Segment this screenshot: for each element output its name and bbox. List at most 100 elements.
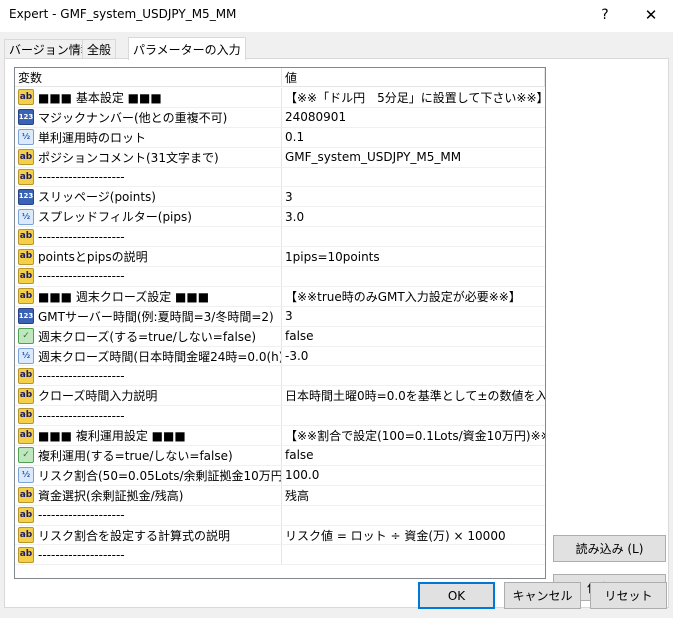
table-row[interactable]: ab -------------------- — [15, 406, 545, 427]
parameter-name: -------------------- — [38, 408, 125, 423]
parameter-name-cell[interactable]: ab -------------------- — [15, 406, 282, 426]
parameter-name-cell[interactable]: 123 マジックナンバー(他との重複不可) — [15, 107, 282, 127]
parameter-value-cell[interactable] — [282, 168, 545, 187]
parameter-name-cell[interactable]: ab ■■■ 週末クローズ設定 ■■■ — [15, 286, 282, 306]
table-row[interactable]: ab -------------------- — [15, 366, 545, 387]
table-row[interactable]: ½ リスク割合(50=0.05Lots/余剰証拠金10万円) 100.0 — [15, 465, 545, 486]
parameter-name-cell[interactable]: ab -------------------- — [15, 505, 282, 525]
parameters-grid[interactable]: 変数 値 ab ■■■ 基本設定 ■■■ 【※※「ドル円 5分足」に設置して下さい※… — [14, 67, 546, 579]
table-row[interactable]: ab -------------------- — [15, 505, 545, 526]
parameter-value-cell[interactable]: 3.0 — [282, 207, 545, 226]
table-row[interactable]: ✓ 複利運用(する=true/しない=false) false — [15, 446, 545, 466]
table-row[interactable]: 123 マジックナンバー(他との重複不可) 24080901 — [15, 107, 545, 128]
parameter-name-cell[interactable]: ab クローズ時間入力説明 — [15, 386, 282, 406]
parameter-value-cell[interactable]: 0.1 — [282, 128, 545, 147]
table-row[interactable]: 123 スリッページ(points) 3 — [15, 187, 545, 208]
table-row[interactable]: ab 資金選択(余剰証拠金/残高) 残高 — [15, 485, 545, 506]
table-row[interactable]: ½ スプレッドフィルター(pips) 3.0 — [15, 207, 545, 228]
parameter-name-cell[interactable]: ab -------------------- — [15, 267, 282, 286]
parameter-value-cell[interactable]: -3.0 — [282, 347, 545, 366]
parameter-value-cell[interactable]: 【※※割合で設定(100=0.1Lots/資金10万円)※※】 — [282, 426, 545, 445]
parameter-value-cell[interactable]: false — [282, 446, 545, 465]
table-row[interactable]: ab ポジションコメント(31文字まで) GMF_system_USDJPY_M5_… — [15, 147, 545, 168]
parameter-value-cell[interactable]: 残高 — [282, 486, 545, 505]
string-type-icon: ab — [18, 387, 34, 404]
parameter-value-cell[interactable]: 日本時間土曜0時=0.0を基準として±の数値を入力 — [282, 386, 545, 405]
parameter-name-cell[interactable]: ½ 週末クローズ時間(日本時間金曜24時=0.0(h)) — [15, 346, 282, 366]
parameter-name: -------------------- — [38, 547, 125, 562]
table-row[interactable]: ½ 週末クローズ時間(日本時間金曜24時=0.0(h)) -3.0 — [15, 346, 545, 367]
parameter-name: スリッページ(points) — [38, 190, 156, 205]
ok-button[interactable]: OK — [418, 582, 495, 609]
parameter-name-cell[interactable]: 123 GMTサーバー時間(例:夏時間=3/冬時間=2) — [15, 306, 282, 326]
parameter-name: 週末クローズ時間(日本時間金曜24時=0.0(h)) — [38, 349, 282, 364]
table-row[interactable]: ab -------------------- — [15, 545, 545, 566]
parameter-name-cell[interactable]: ab ■■■ 基本設定 ■■■ — [15, 88, 282, 107]
parameter-value-cell[interactable] — [282, 227, 545, 246]
reset-button[interactable]: リセット — [590, 582, 667, 609]
table-row[interactable]: ab -------------------- — [15, 167, 545, 188]
parameter-name-cell[interactable]: ✓ 複利運用(する=true/しない=false) — [15, 446, 282, 465]
parameter-value-cell[interactable]: GMF_system_USDJPY_M5_MM — [282, 148, 545, 167]
parameter-name-cell[interactable]: ab -------------------- — [15, 545, 282, 565]
parameter-value-cell[interactable]: 3 — [282, 187, 545, 206]
column-header-value[interactable]: 値 — [282, 68, 545, 87]
table-row[interactable]: ab ■■■ 基本設定 ■■■ 【※※「ドル円 5分足」に設置して下さい※※】 — [15, 88, 545, 108]
parameter-name-cell[interactable]: ½ 単利運用時のロット — [15, 127, 282, 147]
parameter-value-cell[interactable]: 【※※「ドル円 5分足」に設置して下さい※※】 — [282, 88, 545, 107]
parameter-value-cell[interactable]: 3 — [282, 307, 545, 326]
table-row[interactable]: ab リスク割合を設定する計算式の説明 リスク値 = ロット ÷ 資金(万) × 1… — [15, 525, 545, 546]
load-button[interactable]: 読み込み (L) — [553, 535, 666, 562]
table-row[interactable]: ✓ 週末クローズ(する=true/しない=false) false — [15, 326, 545, 347]
parameter-name-cell[interactable]: ab pointsとpipsの説明 — [15, 247, 282, 267]
parameter-name: pointsとpipsの説明 — [38, 250, 148, 265]
parameter-name-cell[interactable]: ab ポジションコメント(31文字まで) — [15, 147, 282, 167]
help-button[interactable]: ? — [582, 0, 628, 30]
cancel-button[interactable]: キャンセル — [504, 582, 581, 609]
table-row[interactable]: 123 GMTサーバー時間(例:夏時間=3/冬時間=2) 3 — [15, 306, 545, 327]
table-row[interactable]: ab -------------------- — [15, 227, 545, 248]
parameter-name-cell[interactable]: ½ リスク割合(50=0.05Lots/余剰証拠金10万円) — [15, 465, 282, 485]
parameter-name: GMTサーバー時間(例:夏時間=3/冬時間=2) — [38, 309, 274, 324]
parameter-value-cell[interactable]: 100.0 — [282, 466, 545, 485]
table-row[interactable]: ab クローズ時間入力説明 日本時間土曜0時=0.0を基準として±の数値を入力 — [15, 386, 545, 407]
table-row[interactable]: ab pointsとpipsの説明 1pips=10points — [15, 247, 545, 268]
parameter-value-cell[interactable] — [282, 506, 545, 525]
bool-type-icon: ✓ — [18, 447, 34, 464]
string-type-icon: ab — [18, 89, 34, 106]
parameter-name-cell[interactable]: ab 資金選択(余剰証拠金/残高) — [15, 485, 282, 505]
window-title: Expert - GMF_system_USDJPY_M5_MM — [9, 7, 237, 21]
parameter-value-cell[interactable] — [282, 366, 545, 385]
tab-input-parameters[interactable]: パラメーターの入力 — [128, 37, 246, 60]
parameter-name-cell[interactable]: ab リスク割合を設定する計算式の説明 — [15, 525, 282, 545]
parameter-value-cell[interactable]: 24080901 — [282, 108, 545, 127]
parameter-name-cell[interactable]: ab -------------------- — [15, 167, 282, 187]
column-header-variable[interactable]: 変数 — [15, 68, 282, 87]
parameter-value-cell[interactable] — [282, 267, 545, 286]
parameter-name-cell[interactable]: ✓ 週末クローズ(する=true/しない=false) — [15, 326, 282, 346]
parameter-value-cell[interactable]: false — [282, 327, 545, 346]
parameter-value-cell[interactable] — [282, 406, 545, 425]
string-type-icon: ab — [18, 228, 34, 245]
grid-rows: ab ■■■ 基本設定 ■■■ 【※※「ドル円 5分足」に設置して下さい※※】 123… — [15, 88, 545, 566]
parameter-name-cell[interactable]: 123 スリッページ(points) — [15, 187, 282, 207]
parameter-value-cell[interactable]: 1pips=10points — [282, 247, 545, 266]
parameter-value-cell[interactable]: 【※※true時のみGMT入力設定が必要※※】 — [282, 287, 545, 306]
table-row[interactable]: ab -------------------- — [15, 267, 545, 287]
parameter-name-cell[interactable]: ab ■■■ 複利運用設定 ■■■ — [15, 426, 282, 446]
table-row[interactable]: ab ■■■ 複利運用設定 ■■■ 【※※割合で設定(100=0.1Lots/資金1… — [15, 426, 545, 447]
string-type-icon: ab — [18, 546, 34, 563]
parameters-panel: 変数 値 ab ■■■ 基本設定 ■■■ 【※※「ドル円 5分足」に設置して下さい※… — [4, 58, 669, 608]
parameter-value-cell[interactable] — [282, 545, 545, 564]
table-row[interactable]: ab ■■■ 週末クローズ設定 ■■■ 【※※true時のみGMT入力設定が必要※※… — [15, 286, 545, 307]
parameter-value-cell[interactable]: リスク値 = ロット ÷ 資金(万) × 10000 — [282, 526, 545, 545]
parameter-name-cell[interactable]: ab -------------------- — [15, 366, 282, 386]
parameter-name-cell[interactable]: ½ スプレッドフィルター(pips) — [15, 207, 282, 227]
parameter-name-cell[interactable]: ab -------------------- — [15, 227, 282, 247]
tab-general[interactable]: 全般 — [82, 39, 117, 59]
close-button[interactable]: ✕ — [628, 0, 673, 30]
parameter-name: ■■■ 基本設定 ■■■ — [38, 90, 162, 105]
parameter-name: クローズ時間入力説明 — [38, 389, 158, 404]
parameter-name: -------------------- — [38, 368, 125, 383]
table-row[interactable]: ½ 単利運用時のロット 0.1 — [15, 127, 545, 148]
